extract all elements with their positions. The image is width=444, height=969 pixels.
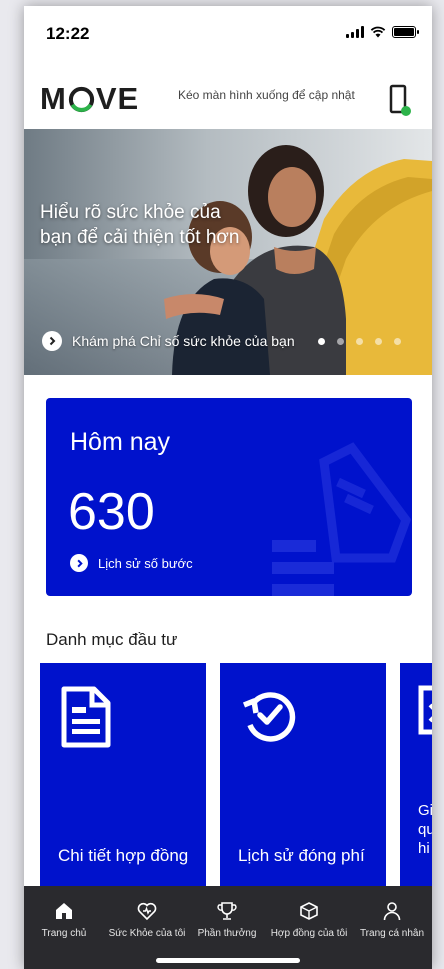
nav-item-rewards[interactable]: Phần thưởng — [194, 900, 260, 939]
hero-title: Hiểu rõ sức khỏe của bạn để cải thiện tố… — [40, 202, 240, 248]
status-time: 12:22 — [46, 24, 90, 43]
device-sync-icon[interactable] — [388, 82, 412, 118]
hero-link-label: Khám phá Chỉ số sức khỏe của bạn — [72, 333, 295, 349]
move-logo: M VE — [40, 81, 140, 116]
document-icon — [61, 686, 111, 748]
chevron-right-icon — [70, 554, 88, 572]
investment-tiles: Chi tiết hợp đồng Lịch sử đóng phí Gi qu… — [40, 663, 432, 889]
partial-icon — [418, 685, 432, 735]
bottom-nav: Trang chủ Sức Khỏe của tôi Phần thưởng H… — [24, 886, 432, 969]
logo-o-icon — [68, 86, 94, 112]
payment-history-tile[interactable]: Lịch sử đóng phí — [220, 663, 386, 889]
nav-item-home[interactable]: Trang chủ — [32, 900, 96, 939]
box-icon — [300, 902, 318, 920]
step-history-label: Lịch sử số bước — [98, 555, 193, 571]
shoe-icon — [272, 442, 412, 596]
tile-label: Chi tiết hợp đồng — [58, 846, 189, 865]
partial-tile[interactable]: Gi qu hi — [400, 663, 432, 889]
app-header: M VE Kéo màn hình xuống để cập nhật — [24, 68, 432, 134]
home-icon — [56, 903, 72, 919]
app-screen: 12:22 M VE Kéo màn hình xuống để cập nhậ… — [24, 6, 432, 969]
investment-section-title: Danh mục đầu tư — [46, 630, 178, 649]
carousel-dot[interactable] — [375, 338, 382, 345]
heart-icon — [137, 902, 157, 921]
carousel-dot[interactable] — [394, 338, 401, 345]
person-icon — [383, 902, 401, 921]
carousel-dots — [318, 338, 401, 345]
nav-item-health[interactable]: Sức Khỏe của tôi — [104, 900, 190, 939]
hero-link[interactable]: Khám phá Chỉ số sức khỏe của bạn — [42, 331, 295, 351]
carousel-dot[interactable] — [318, 338, 325, 345]
today-label: Hôm nay — [70, 428, 171, 456]
hero-banner[interactable]: Hiểu rõ sức khỏe của bạn để cải thiện tố… — [24, 129, 432, 375]
nav-item-profile[interactable]: Trang cá nhân — [356, 900, 428, 939]
nav-item-contracts[interactable]: Hợp đồng của tôi — [264, 900, 354, 939]
chevron-right-icon — [42, 331, 62, 351]
tile-label: Gi qu hi — [418, 802, 432, 857]
today-step-count: 630 — [68, 483, 155, 541]
step-history-link[interactable]: Lịch sử số bước — [70, 554, 193, 572]
battery-icon — [392, 26, 419, 38]
contract-details-tile[interactable]: Chi tiết hợp đồng — [40, 663, 206, 889]
carousel-dot[interactable] — [337, 338, 344, 345]
signal-icon — [346, 26, 364, 38]
wifi-icon — [370, 26, 386, 38]
tile-label: Lịch sử đóng phí — [238, 846, 365, 865]
status-icons — [346, 26, 419, 38]
refresh-hint: Kéo màn hình xuống để cập nhật — [178, 88, 355, 102]
today-steps-card[interactable]: Hôm nay 630 Lịch sử số bước — [46, 398, 412, 596]
trophy-icon — [217, 902, 237, 920]
status-bar: 12:22 — [24, 6, 432, 60]
home-indicator[interactable] — [156, 958, 300, 963]
carousel-dot[interactable] — [356, 338, 363, 345]
history-check-icon — [242, 692, 296, 742]
